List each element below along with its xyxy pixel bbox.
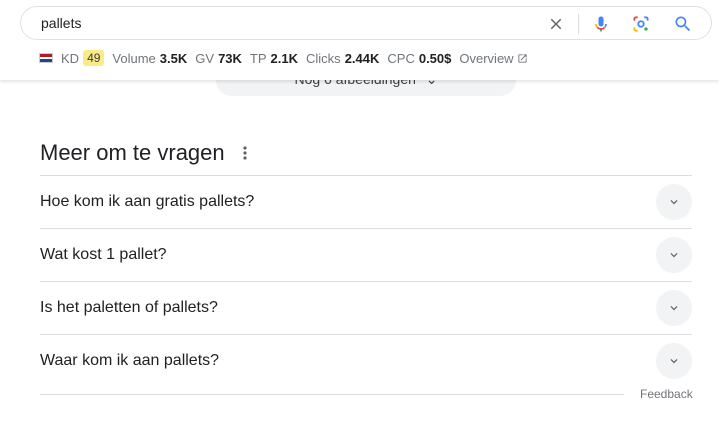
- tp-value: 2.1K: [270, 50, 299, 66]
- search-icon[interactable]: [671, 12, 695, 36]
- kd-badge: 49: [83, 50, 105, 66]
- close-icon[interactable]: [544, 12, 568, 36]
- more-options-icon[interactable]: [237, 141, 253, 165]
- overview-link[interactable]: Overview: [459, 51, 527, 66]
- chevron-down-icon[interactable]: [656, 184, 692, 220]
- tp-label: TP: [249, 50, 267, 66]
- volume-value: 3.5K: [159, 50, 188, 66]
- clicks-label: Clicks: [306, 50, 341, 66]
- paa-question-text: Wat kost 1 pallet?: [40, 246, 167, 263]
- overview-label: Overview: [459, 50, 514, 66]
- feedback-link[interactable]: Feedback: [640, 387, 693, 401]
- chevron-down-icon[interactable]: [656, 343, 692, 379]
- cpc-value: 0.50$: [418, 50, 452, 66]
- cpc-label: CPC: [387, 50, 415, 66]
- search-bar[interactable]: [20, 6, 712, 40]
- kd-label: KD: [61, 50, 80, 66]
- netherlands-flag-icon: [39, 53, 53, 63]
- chevron-down-icon[interactable]: [656, 237, 692, 273]
- chevron-down-icon[interactable]: [656, 290, 692, 326]
- search-divider: [578, 14, 579, 34]
- paa-header: Meer om te vragen: [40, 140, 253, 166]
- paa-question-item[interactable]: Hoe kom ik aan gratis pallets?: [40, 175, 692, 228]
- microphone-icon[interactable]: [589, 12, 613, 36]
- volume-label: Volume: [112, 50, 156, 66]
- lens-icon[interactable]: [629, 12, 653, 36]
- paa-bottom-divider: [40, 394, 624, 395]
- search-input[interactable]: [41, 15, 521, 31]
- paa-question-item[interactable]: Is het paletten of pallets?: [40, 281, 692, 334]
- paa-question-item[interactable]: Wat kost 1 pallet?: [40, 228, 692, 281]
- external-link-icon: [517, 53, 527, 63]
- gv-label: GV: [195, 50, 215, 66]
- paa-title: Meer om te vragen: [40, 140, 225, 165]
- paa-question-item[interactable]: Waar kom ik aan pallets?: [40, 334, 692, 387]
- search-header: KD 49 Volume 3.5K GV 73K TP 2.1K Clicks …: [0, 0, 719, 80]
- clicks-value: 2.44K: [344, 50, 380, 66]
- paa-list: Hoe kom ik aan gratis pallets? Wat kost …: [40, 175, 692, 387]
- paa-question-text: Waar kom ik aan pallets?: [40, 352, 220, 369]
- seo-metrics-bar: KD 49 Volume 3.5K GV 73K TP 2.1K Clicks …: [39, 49, 528, 67]
- gv-value: 73K: [218, 50, 242, 66]
- paa-question-text: Hoe kom ik aan gratis pallets?: [40, 193, 255, 210]
- paa-question-text: Is het paletten of pallets?: [40, 299, 218, 316]
